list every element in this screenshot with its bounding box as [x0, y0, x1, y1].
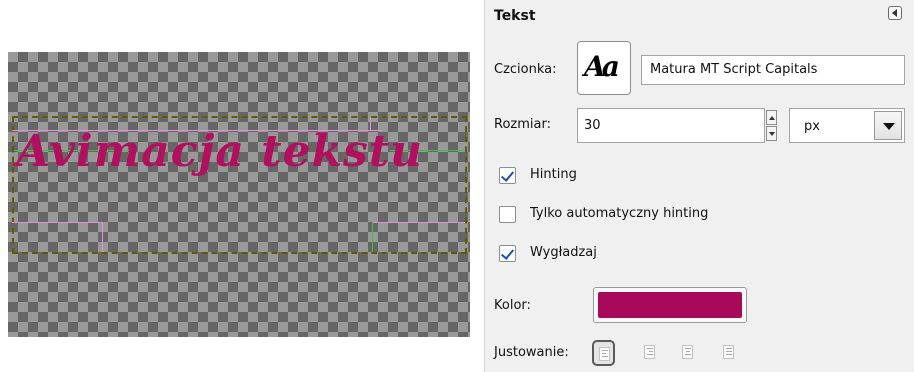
justify-center-icon[interactable]: [677, 340, 700, 366]
font-label: Czcionka:: [494, 62, 557, 77]
size-label: Rozmiar:: [494, 117, 551, 132]
justify-left-icon[interactable]: [592, 340, 615, 366]
size-input[interactable]: 30: [577, 108, 765, 143]
hinting-checkbox[interactable]: [499, 167, 516, 184]
guide-line: [372, 222, 373, 252]
text-tool-options-panel: Tekst Czcionka: Aa Matura MT Script Capi…: [484, 0, 914, 372]
panel-collapse-button[interactable]: [888, 6, 902, 20]
auto-hinting-checkbox[interactable]: [499, 206, 516, 223]
guide-line: [372, 222, 465, 223]
hinting-label: Hinting: [530, 167, 577, 182]
panel-title: Tekst: [494, 8, 536, 24]
spin-down-icon[interactable]: [766, 126, 777, 141]
spin-up-icon[interactable]: [766, 110, 777, 125]
canvas-text-layer[interactable]: Avimacja tekstu: [16, 122, 423, 182]
justify-fill-icon[interactable]: [718, 340, 741, 366]
antialias-label: Wygładzaj: [530, 245, 597, 260]
dropdown-arrow-icon[interactable]: [874, 111, 902, 140]
size-spinner[interactable]: [766, 110, 778, 142]
color-button[interactable]: [593, 287, 747, 323]
font-preview-button[interactable]: Aa: [577, 41, 631, 95]
triangle-left-icon: [892, 9, 897, 17]
justify-label: Justowanie:: [494, 345, 569, 360]
auto-hinting-label: Tylko automatyczny hinting: [530, 206, 709, 221]
unit-value: px: [804, 119, 820, 134]
justify-right-icon[interactable]: [639, 340, 662, 366]
guide-line: [102, 222, 103, 252]
guide-line: [12, 222, 102, 223]
font-name-field[interactable]: Matura MT Script Capitals: [641, 55, 905, 85]
color-label: Kolor:: [494, 298, 531, 313]
font-preview-glyph: Aa: [584, 50, 620, 83]
unit-select[interactable]: px: [789, 108, 905, 143]
antialias-checkbox[interactable]: [499, 245, 516, 262]
color-swatch: [598, 292, 742, 318]
